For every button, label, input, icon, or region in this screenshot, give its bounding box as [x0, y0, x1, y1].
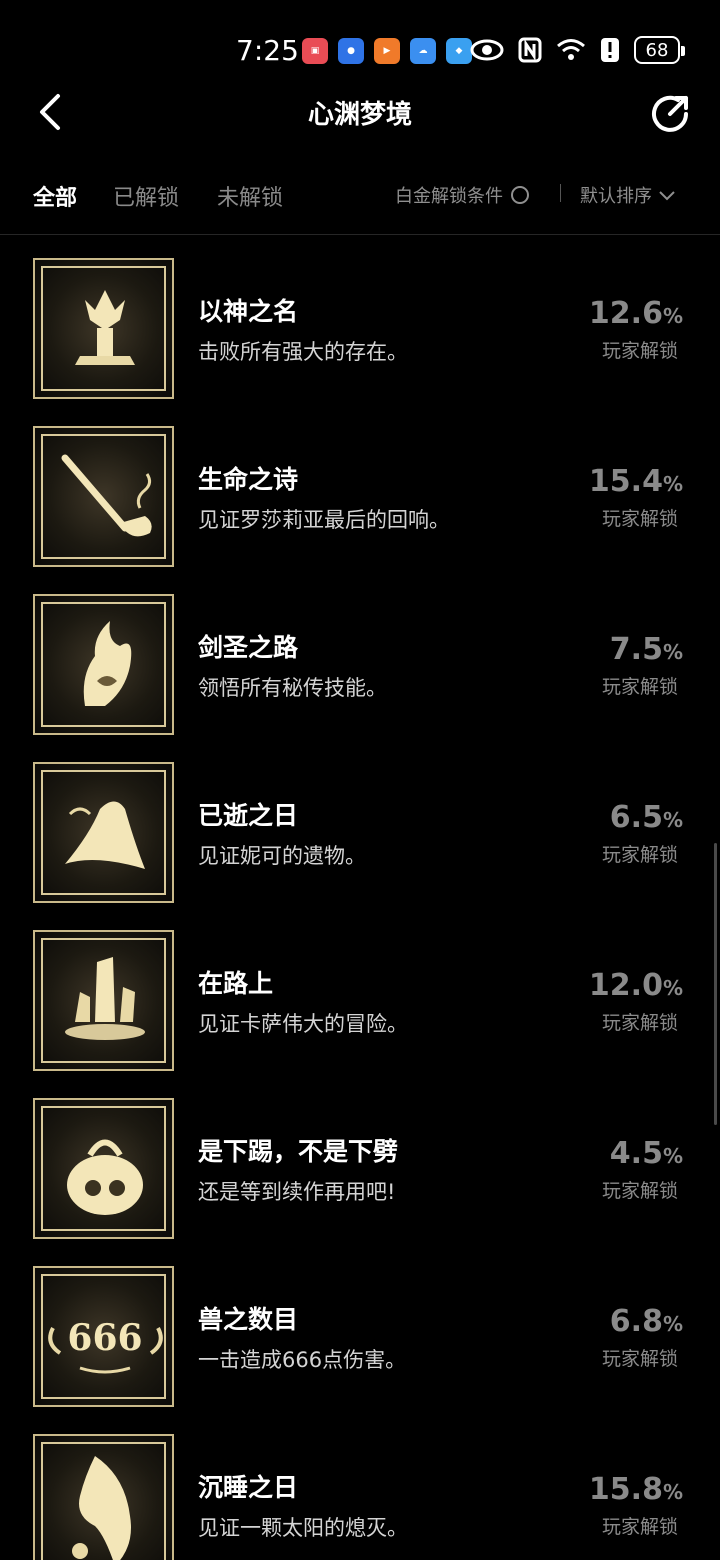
achievement-name: 生命之诗	[198, 465, 299, 494]
achievement-percent: 4.5%	[609, 1136, 683, 1171]
achievement-percent-label: 玩家解锁	[601, 1348, 678, 1370]
achievement-percent: 15.4%	[588, 464, 683, 499]
achievement-percent-label: 玩家解锁	[601, 1516, 678, 1538]
tree-hands-icon	[33, 258, 174, 399]
achievement-desc: 见证一颗太阳的熄灭。	[198, 1516, 408, 1540]
achievement-percent: 12.6%	[588, 296, 683, 331]
achievement-percent: 15.8%	[588, 1472, 683, 1507]
achievement-desc: 一击造成666点伤害。	[198, 1348, 407, 1372]
filter-tabs: 全部 已解锁 未解锁 白金解锁条件 默认排序	[0, 170, 720, 222]
achievement-list: 以神之名 击败所有强大的存在。 12.6% 玩家解锁 生命之诗 见证罗莎莉亚最后…	[0, 258, 720, 1560]
achievement-desc: 见证妮可的遗物。	[198, 844, 366, 868]
flame-hand-icon	[33, 594, 174, 735]
chevron-down-icon	[659, 191, 675, 201]
achievement-desc: 见证罗莎莉亚最后的回响。	[198, 508, 450, 532]
alert-icon	[601, 38, 619, 62]
status-indicators: 68	[470, 36, 685, 64]
tab-unlocked[interactable]: 已解锁	[113, 180, 179, 212]
battery-indicator: 68	[634, 36, 685, 64]
achievement-name: 在路上	[198, 969, 274, 998]
achievement-percent-label: 玩家解锁	[601, 676, 678, 698]
number-666-icon: 666	[33, 1266, 174, 1407]
achievement-name: 沉睡之日	[198, 1473, 299, 1502]
weather-icon: ☁	[410, 38, 436, 64]
platinum-condition-toggle[interactable]: 白金解锁条件	[395, 182, 529, 208]
pipe-icon	[33, 426, 174, 567]
achievement-desc: 还是等到续作再用吧!	[198, 1180, 396, 1204]
achievement-item[interactable]: 已逝之日 见证妮可的遗物。 6.5% 玩家解锁	[0, 762, 720, 930]
nav-bar: 心渊梦境	[0, 80, 720, 144]
tab-locked[interactable]: 未解锁	[217, 180, 283, 212]
achievement-name: 是下踢，不是下劈	[198, 1137, 399, 1166]
achievement-name: 以神之名	[198, 297, 299, 326]
platinum-condition-label: 白金解锁条件	[395, 186, 503, 207]
sort-label: 默认排序	[580, 186, 652, 207]
video-orange-icon: ▶	[374, 38, 400, 64]
achievement-percent: 6.5%	[609, 800, 683, 835]
crystal-icon	[33, 930, 174, 1071]
achievement-item[interactable]: 以神之名 击败所有强大的存在。 12.6% 玩家解锁	[0, 258, 720, 426]
achievement-percent-label: 玩家解锁	[601, 508, 678, 530]
achievement-percent: 12.0%	[588, 968, 683, 1003]
achievement-desc: 击败所有强大的存在。	[198, 340, 408, 364]
app-blue-icon: ●	[338, 38, 364, 64]
achievement-desc: 领悟所有秘传技能。	[198, 676, 387, 700]
sort-dropdown[interactable]: 默认排序	[580, 182, 676, 208]
tab-all[interactable]: 全部	[33, 180, 77, 212]
scrollbar[interactable]	[714, 843, 717, 1125]
achievement-percent-label: 玩家解锁	[601, 340, 678, 362]
share-icon[interactable]	[648, 92, 692, 136]
achievement-item[interactable]: 沉睡之日 见证一颗太阳的熄灭。 15.8% 玩家解锁	[0, 1434, 720, 1560]
wifi-icon	[557, 39, 585, 60]
achievement-percent-label: 玩家解锁	[601, 1180, 678, 1202]
divider-vertical	[560, 184, 561, 202]
achievement-name: 兽之数目	[198, 1305, 299, 1334]
witch-hat-icon	[33, 762, 174, 903]
achievement-item[interactable]: 剑圣之路 领悟所有秘传技能。 7.5% 玩家解锁	[0, 594, 720, 762]
achievement-percent: 6.8%	[609, 1304, 683, 1339]
nfc-icon	[518, 37, 542, 63]
eye-icon	[470, 39, 504, 61]
page-title: 心渊梦境	[307, 100, 412, 130]
status-app-icons: ▣ ● ▶ ☁ ◆	[302, 38, 472, 64]
header-divider	[0, 234, 720, 235]
achievement-item[interactable]: 生命之诗 见证罗莎莉亚最后的回响。 15.4% 玩家解锁	[0, 426, 720, 594]
achievement-item[interactable]: 666 兽之数目 一击造成666点伤害。 6.8% 玩家解锁	[0, 1266, 720, 1434]
achievement-desc: 见证卡萨伟大的冒险。	[198, 1012, 408, 1036]
achievement-percent-label: 玩家解锁	[601, 844, 678, 866]
svg-text:666: 666	[67, 1317, 142, 1359]
phoenix-icon	[33, 1434, 174, 1560]
achievement-item[interactable]: 在路上 见证卡萨伟大的冒险。 12.0% 玩家解锁	[0, 930, 720, 1098]
huawei-mall-icon: ▣	[302, 38, 328, 64]
achievement-name: 剑圣之路	[198, 633, 299, 662]
skull-bag-icon	[33, 1098, 174, 1239]
status-time: 7:25	[236, 34, 299, 67]
radio-circle-icon	[511, 186, 529, 204]
app-bird-icon: ◆	[446, 38, 472, 64]
achievement-percent-label: 玩家解锁	[601, 1012, 678, 1034]
achievement-percent: 7.5%	[609, 632, 683, 667]
achievement-name: 已逝之日	[198, 801, 299, 830]
achievement-item[interactable]: 是下踢，不是下劈 还是等到续作再用吧! 4.5% 玩家解锁	[0, 1098, 720, 1266]
